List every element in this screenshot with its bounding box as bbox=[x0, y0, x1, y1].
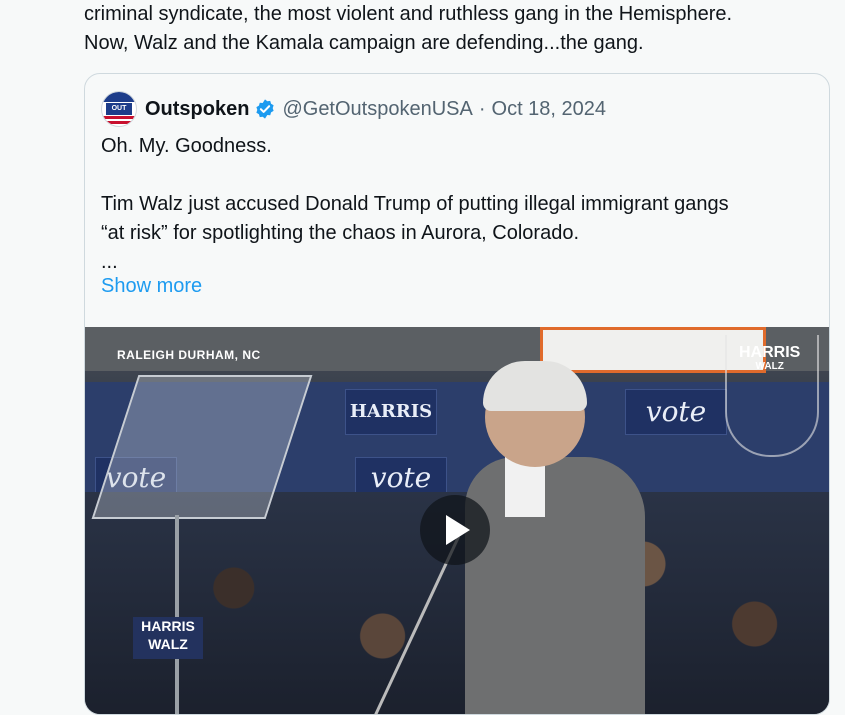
tweet-text-line: Now, Walz and the Kamala campaign are de… bbox=[84, 32, 644, 54]
separator-dot: · bbox=[478, 97, 486, 120]
video-player[interactable]: HARRIS vote vote vote HARRIS WALZ RALEIG… bbox=[85, 327, 829, 714]
backdrop-panel: vote bbox=[625, 389, 727, 435]
author-name[interactable]: Outspoken bbox=[145, 98, 249, 121]
avatar-flag bbox=[102, 92, 136, 102]
crowd-sign-bottom: WALZ bbox=[148, 636, 188, 652]
body-line: Oh. My. Goodness. bbox=[101, 135, 272, 157]
verified-badge-icon bbox=[256, 99, 275, 119]
tweet-text: criminal syndicate, the most violent and… bbox=[84, 0, 834, 58]
quoted-tweet-body: Oh. My. Goodness. Tim Walz just accused … bbox=[101, 132, 821, 277]
tweet-text-line: criminal syndicate, the most violent and… bbox=[84, 3, 733, 25]
broadcast-logo: HARRIS WALZ bbox=[739, 344, 801, 374]
body-line bbox=[101, 161, 821, 190]
crowd-sign: HARRIS WALZ bbox=[133, 617, 203, 659]
avatar-stripe bbox=[102, 116, 136, 119]
body-line: ... bbox=[101, 251, 118, 273]
broadcast-logo-bottom: WALZ bbox=[755, 361, 784, 372]
crowd-sign-top: HARRIS bbox=[141, 618, 195, 634]
play-icon bbox=[446, 515, 470, 545]
show-more-link[interactable]: Show more bbox=[101, 275, 202, 298]
avatar-text: OUT bbox=[106, 103, 132, 115]
backdrop-panel: HARRIS bbox=[345, 389, 437, 435]
avatar-stripe bbox=[102, 121, 136, 124]
quoted-tweet-card[interactable]: OUT Outspoken @GetOutspokenUSA · Oct 18,… bbox=[84, 73, 830, 715]
author-handle[interactable]: @GetOutspokenUSA bbox=[282, 98, 472, 121]
teleprompter-stand bbox=[175, 515, 179, 714]
quoted-tweet-header: OUT Outspoken @GetOutspokenUSA · Oct 18,… bbox=[101, 91, 607, 127]
body-line: Tim Walz just accused Donald Trump of pu… bbox=[101, 193, 729, 215]
location-caption: RALEIGH DURHAM, NC bbox=[117, 348, 261, 362]
avatar[interactable]: OUT bbox=[101, 91, 137, 127]
post-date[interactable]: Oct 18, 2024 bbox=[492, 98, 607, 121]
speaker-body bbox=[465, 457, 645, 714]
play-button[interactable] bbox=[420, 495, 490, 565]
body-line: “at risk” for spotlighting the chaos in … bbox=[101, 222, 580, 244]
broadcast-logo-top: HARRIS bbox=[739, 344, 801, 361]
